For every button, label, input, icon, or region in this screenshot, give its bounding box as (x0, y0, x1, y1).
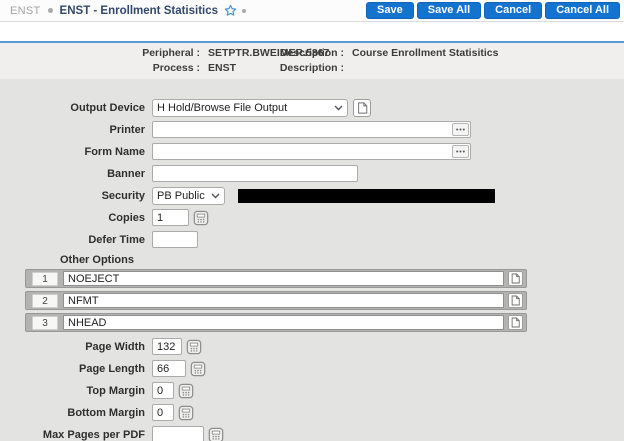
calculator-icon (178, 405, 194, 421)
form-name-input[interactable] (152, 143, 471, 160)
max-pages-per-pdf-calculator-button[interactable] (208, 427, 224, 441)
copies-label: Copies (0, 212, 145, 224)
ellipsis-icon (456, 128, 465, 131)
app-code: ENST (10, 5, 41, 17)
other-option-row: 1 (25, 269, 527, 288)
row-number: 2 (32, 294, 58, 308)
top-margin-calculator-button[interactable] (178, 383, 194, 399)
other-options-label: Other Options (60, 254, 624, 267)
form-name-row: Form Name (0, 143, 624, 160)
output-device-value: H Hold/Browse File Output (157, 102, 334, 114)
description1-label: Description : (262, 47, 344, 59)
cancel-button[interactable]: Cancel (484, 2, 542, 19)
tab-bar: ENST ENST - Enrollment Statisitics Save … (0, 0, 624, 22)
save-all-button[interactable]: Save All (417, 2, 481, 19)
calculator-icon (208, 427, 224, 441)
security-value: PB Public (157, 190, 211, 202)
copies-row: Copies (0, 209, 624, 226)
enst-window: ENST ENST - Enrollment Statisitics Save … (0, 0, 624, 441)
calculator-icon (190, 361, 206, 377)
description2-label: Description : (262, 62, 344, 74)
security-label: Security (0, 190, 145, 202)
calculator-icon (193, 210, 209, 226)
copies-input[interactable] (152, 209, 189, 226)
chevron-down-icon (334, 105, 343, 111)
output-device-label: Output Device (0, 102, 145, 114)
max-pages-per-pdf-label: Max Pages per PDF (0, 429, 145, 441)
other-option-detail-button-2[interactable] (508, 293, 523, 308)
printer-row: Printer (0, 121, 624, 138)
banner-row: Banner (0, 165, 624, 182)
row-number: 3 (32, 316, 58, 330)
banner-input[interactable] (152, 165, 358, 182)
page-length-input[interactable] (152, 360, 186, 377)
security-row: Security PB Public (0, 187, 624, 204)
save-button[interactable]: Save (366, 2, 414, 19)
form-name-label: Form Name (0, 146, 145, 158)
description1-value: Course Enrollment Statisitics (344, 47, 498, 59)
document-icon (511, 295, 520, 306)
other-option-input-2[interactable] (63, 293, 504, 308)
row-number: 1 (32, 272, 58, 286)
printer-label: Printer (0, 124, 145, 136)
other-option-input-3[interactable] (63, 315, 504, 330)
calculator-icon (186, 339, 202, 355)
output-device-detail-button[interactable] (353, 99, 371, 117)
process-info-panel: Peripheral : SETPTR.BWEIMER.5367 Process… (0, 41, 624, 79)
copies-calculator-button[interactable] (193, 210, 209, 226)
process-label: Process : (0, 62, 200, 74)
other-option-input-1[interactable] (63, 271, 504, 286)
page-width-calculator-button[interactable] (186, 339, 202, 355)
chevron-down-icon (211, 193, 220, 199)
ellipsis-icon (456, 150, 465, 153)
defer-time-label: Defer Time (0, 234, 145, 246)
page-length-calculator-button[interactable] (190, 361, 206, 377)
defer-time-row: Defer Time (0, 231, 624, 248)
bottom-margin-label: Bottom Margin (0, 407, 145, 419)
bottom-margin-calculator-button[interactable] (178, 405, 194, 421)
page-width-input[interactable] (152, 338, 182, 355)
other-option-row: 3 (25, 313, 527, 332)
security-select[interactable]: PB Public (152, 187, 225, 205)
cancel-all-button[interactable]: Cancel All (545, 2, 620, 19)
peripheral-label: Peripheral : (0, 47, 200, 59)
page-width-row: Page Width (0, 338, 624, 355)
tab-enst-title[interactable]: ENST - Enrollment Statisitics (60, 5, 218, 17)
favorite-star-icon[interactable] (224, 4, 237, 17)
other-option-detail-button-1[interactable] (508, 271, 523, 286)
calculator-icon (178, 383, 194, 399)
document-icon (511, 273, 520, 284)
top-margin-row: Top Margin (0, 382, 624, 399)
max-pages-per-pdf-row: Max Pages per PDF (0, 426, 624, 441)
top-margin-label: Top Margin (0, 385, 145, 397)
printer-input[interactable] (152, 121, 471, 138)
banner-label: Banner (0, 168, 145, 180)
output-device-select[interactable]: H Hold/Browse File Output (152, 99, 348, 117)
document-icon (357, 102, 368, 114)
other-option-row: 2 (25, 291, 527, 310)
form-name-lookup-button[interactable] (452, 145, 469, 158)
page-length-row: Page Length (0, 360, 624, 377)
page-length-label: Page Length (0, 363, 145, 375)
form-area: Output Device H Hold/Browse File Output … (0, 79, 624, 441)
max-pages-per-pdf-input[interactable] (152, 426, 204, 441)
document-icon (511, 317, 520, 328)
tab-status-dot-icon (242, 9, 246, 13)
bottom-margin-input[interactable] (152, 404, 174, 421)
output-device-row: Output Device H Hold/Browse File Output (0, 99, 624, 116)
defer-time-input[interactable] (152, 231, 198, 248)
other-option-detail-button-3[interactable] (508, 315, 523, 330)
info-left-column: Peripheral : SETPTR.BWEIMER.5367 Process… (0, 47, 262, 74)
info-right-column: Description : Course Enrollment Statisit… (262, 47, 498, 74)
separator-dot-icon (48, 8, 53, 13)
top-margin-input[interactable] (152, 382, 174, 399)
bottom-margin-row: Bottom Margin (0, 404, 624, 421)
printer-lookup-button[interactable] (452, 123, 469, 136)
redacted-security-class (238, 189, 495, 203)
header-gap (0, 22, 624, 41)
page-width-label: Page Width (0, 341, 145, 353)
